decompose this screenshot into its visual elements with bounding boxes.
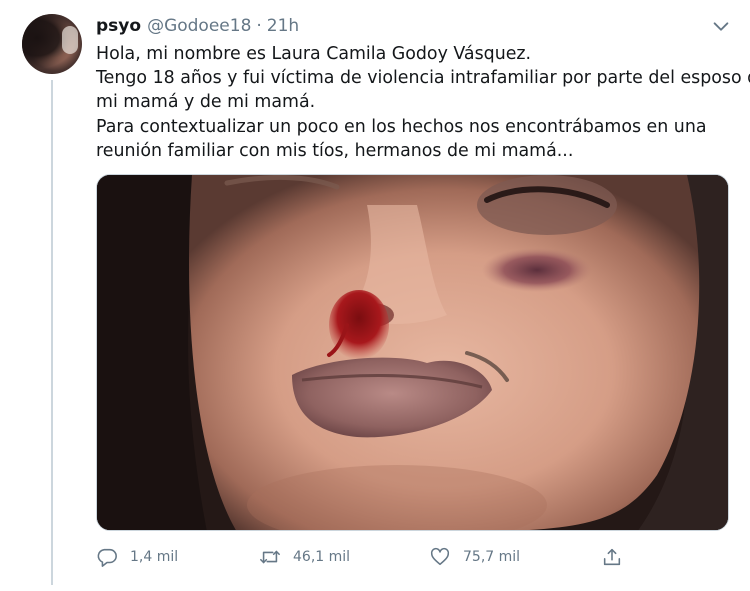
retweet-button[interactable]: 46,1 mil (259, 541, 350, 573)
share-icon (603, 548, 621, 566)
retweet-count: 46,1 mil (293, 549, 351, 565)
photo-eye-shadow (477, 175, 617, 235)
thread-line (51, 80, 53, 585)
tweet-text-line: Hola, mi nombre es Laura Camila Godoy Vá… (96, 44, 532, 64)
author-display-name[interactable]: psyo (96, 16, 141, 36)
author-handle[interactable]: @Godoee18 (147, 16, 251, 36)
heart-icon (430, 547, 450, 566)
photo-blood (329, 290, 389, 360)
tweet-time[interactable]: 21h (267, 16, 299, 36)
avatar-highlight (62, 26, 78, 54)
tweet-text-line: mi mamá y de mi mamá. (96, 92, 316, 113)
tweet-actions: 1,4 mil 46,1 mil 75,7 mil (96, 541, 656, 573)
chevron-down-icon[interactable] (710, 16, 732, 38)
tweet-text-line: Tengo 18 años y fui víctima de violencia… (96, 68, 750, 89)
photo-bruise (482, 248, 592, 292)
tweet-header: psyo @Godoee18 · 21h (96, 14, 299, 38)
share-button[interactable] (601, 541, 623, 573)
avatar[interactable] (22, 14, 82, 74)
reply-button[interactable]: 1,4 mil (96, 541, 178, 573)
reply-icon (97, 548, 117, 567)
reply-count: 1,4 mil (130, 549, 179, 565)
tweet[interactable]: psyo @Godoee18 · 21h Hola, mi nombre es … (0, 0, 750, 591)
like-button[interactable]: 75,7 mil (429, 541, 520, 573)
tweet-text: Hola, mi nombre es Laura Camila Godoy Vá… (96, 42, 750, 163)
like-count: 75,7 mil (463, 549, 521, 565)
tweet-photo[interactable] (96, 174, 729, 531)
tweet-text-line: Para contextualizar un poco en los hecho… (96, 116, 707, 137)
retweet-icon (260, 550, 280, 564)
tweet-text-line: reunión familiar con mis tíos, hermanos … (96, 140, 574, 161)
header-separator: · (256, 16, 262, 36)
